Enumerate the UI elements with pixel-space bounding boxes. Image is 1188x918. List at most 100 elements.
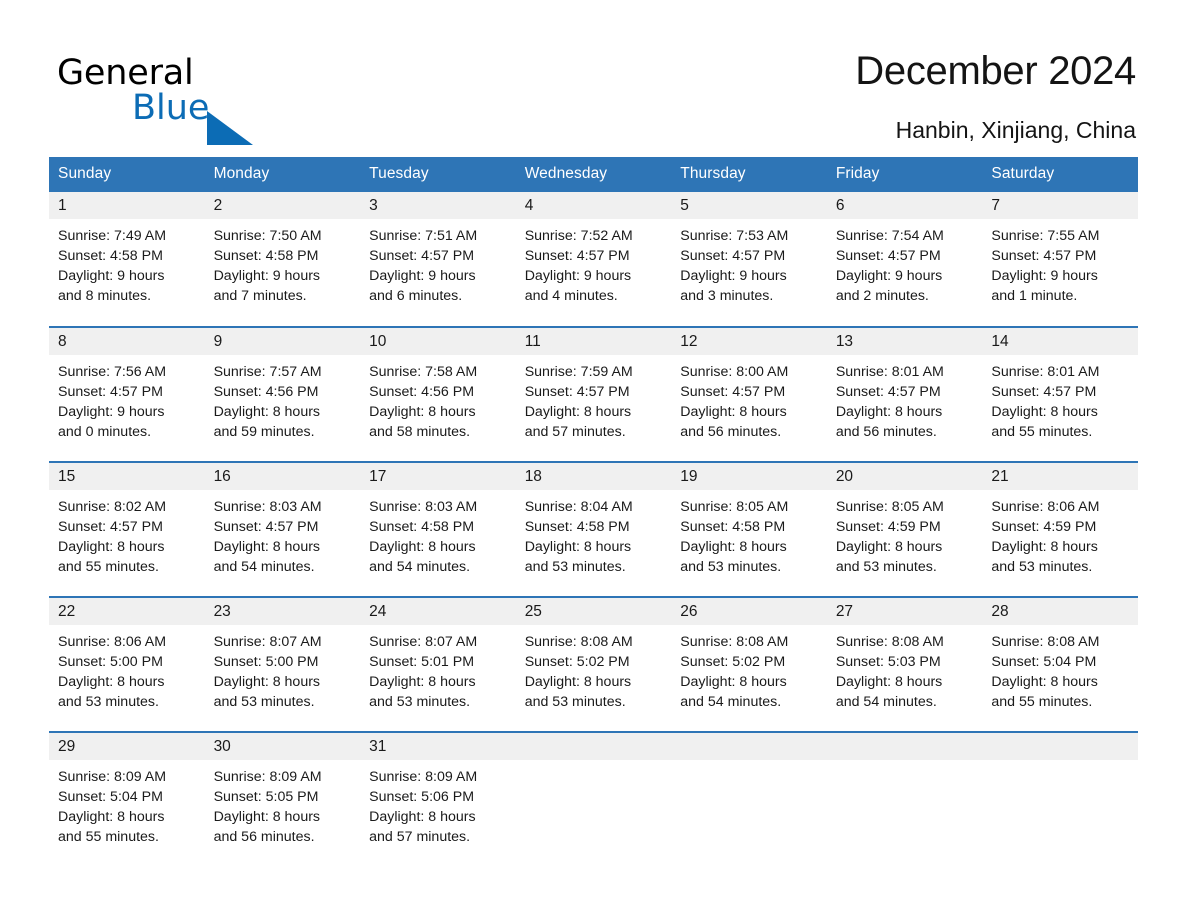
day-cell[interactable]: 19 Sunrise: 8:05 AM Sunset: 4:58 PM Dayl… (671, 461, 827, 597)
day-cell[interactable]: 21 Sunrise: 8:06 AM Sunset: 4:59 PM Dayl… (982, 461, 1138, 597)
sunrise-text: Sunrise: 8:05 AM (835, 499, 944, 515)
day-number: 18 (515, 463, 672, 490)
daylight-text-line1: Daylight: 8 hours (58, 674, 165, 690)
day-cell[interactable]: 4 Sunrise: 7:52 AM Sunset: 4:57 PM Dayli… (515, 192, 672, 327)
sunset-text: Sunset: 4:57 PM (369, 248, 475, 264)
day-cell[interactable]: 6 Sunrise: 7:54 AM Sunset: 4:57 PM Dayli… (826, 192, 983, 327)
sunrise-text: Sunrise: 8:08 AM (524, 634, 633, 650)
day-number: 2 (204, 192, 361, 219)
day-cell[interactable]: 7 Sunrise: 7:55 AM Sunset: 4:57 PM Dayli… (982, 192, 1138, 327)
weekday-header-saturday: Saturday (982, 157, 1138, 192)
sunrise-text: Sunrise: 7:55 AM (991, 228, 1100, 244)
day-details: Sunrise: 7:59 AM Sunset: 4:57 PM Dayligh… (516, 355, 672, 442)
daylight-text-line2: and 53 minutes. (213, 694, 315, 710)
daylight-text-line2: and 55 minutes. (991, 424, 1093, 440)
day-cell[interactable]: 12 Sunrise: 8:00 AM Sunset: 4:57 PM Dayl… (671, 326, 827, 462)
day-number: 24 (360, 598, 516, 625)
day-details: Sunrise: 8:09 AM Sunset: 5:04 PM Dayligh… (49, 760, 205, 847)
day-number: 22 (49, 598, 205, 625)
sunrise-text: Sunrise: 8:08 AM (835, 634, 944, 650)
day-cell[interactable]: 29 Sunrise: 8:09 AM Sunset: 5:04 PM Dayl… (49, 731, 205, 867)
day-cell[interactable]: 8 Sunrise: 7:56 AM Sunset: 4:57 PM Dayli… (49, 326, 205, 462)
day-number (826, 733, 983, 760)
day-number: 29 (49, 733, 205, 760)
day-cell[interactable]: 30 Sunrise: 8:09 AM Sunset: 5:05 PM Dayl… (204, 731, 361, 867)
day-cell[interactable]: 27 Sunrise: 8:08 AM Sunset: 5:03 PM Dayl… (826, 596, 983, 732)
daylight-text-line1: Daylight: 8 hours (58, 809, 165, 825)
daylight-text-line2: and 53 minutes. (835, 559, 937, 575)
sunrise-text: Sunrise: 7:51 AM (369, 228, 478, 244)
day-cell[interactable]: 25 Sunrise: 8:08 AM Sunset: 5:02 PM Dayl… (515, 596, 672, 732)
daylight-text-line2: and 53 minutes. (58, 694, 159, 710)
day-number: 5 (671, 192, 827, 219)
sunset-text: Sunset: 4:57 PM (991, 384, 1097, 400)
sunset-text: Sunset: 4:57 PM (835, 248, 941, 264)
daylight-text-line1: Daylight: 8 hours (369, 539, 476, 555)
day-cell[interactable]: 22 Sunrise: 8:06 AM Sunset: 5:00 PM Dayl… (49, 596, 205, 732)
day-number: 31 (360, 733, 516, 760)
day-number: 19 (671, 463, 827, 490)
day-cell-empty (982, 731, 1138, 867)
day-cell[interactable]: 16 Sunrise: 8:03 AM Sunset: 4:57 PM Dayl… (204, 461, 361, 597)
day-cell[interactable]: 1 Sunrise: 7:49 AM Sunset: 4:58 PM Dayli… (49, 192, 205, 327)
sunrise-text: Sunrise: 8:07 AM (369, 634, 478, 650)
day-cell-empty (826, 731, 983, 867)
day-details: Sunrise: 7:52 AM Sunset: 4:57 PM Dayligh… (516, 219, 672, 306)
sunset-text: Sunset: 5:00 PM (213, 654, 319, 670)
sunset-text: Sunset: 5:02 PM (524, 654, 630, 670)
day-number: 21 (982, 463, 1138, 490)
day-cell[interactable]: 15 Sunrise: 8:02 AM Sunset: 4:57 PM Dayl… (49, 461, 205, 597)
day-details: Sunrise: 7:58 AM Sunset: 4:56 PM Dayligh… (360, 355, 516, 442)
daylight-text-line2: and 3 minutes. (680, 288, 774, 304)
day-cell[interactable]: 10 Sunrise: 7:58 AM Sunset: 4:56 PM Dayl… (360, 326, 516, 462)
day-cell[interactable]: 17 Sunrise: 8:03 AM Sunset: 4:58 PM Dayl… (360, 461, 516, 597)
daylight-text-line1: Daylight: 8 hours (369, 674, 476, 690)
daylight-text-line1: Daylight: 9 hours (524, 268, 632, 284)
daylight-text-line2: and 54 minutes. (680, 694, 782, 710)
day-cell[interactable]: 31 Sunrise: 8:09 AM Sunset: 5:06 PM Dayl… (360, 731, 516, 867)
day-cell[interactable]: 9 Sunrise: 7:57 AM Sunset: 4:56 PM Dayli… (204, 326, 361, 462)
daylight-text-line2: and 55 minutes. (58, 559, 159, 575)
daylight-text-line2: and 2 minutes. (835, 288, 929, 304)
sunrise-text: Sunrise: 7:58 AM (369, 364, 478, 380)
day-details: Sunrise: 8:00 AM Sunset: 4:57 PM Dayligh… (671, 355, 827, 442)
weekday-header-monday: Monday (204, 157, 361, 192)
day-details: Sunrise: 8:08 AM Sunset: 5:02 PM Dayligh… (516, 625, 672, 712)
sunset-text: Sunset: 4:57 PM (58, 384, 163, 400)
day-details: Sunrise: 8:06 AM Sunset: 5:00 PM Dayligh… (49, 625, 205, 712)
daylight-text-line2: and 53 minutes. (680, 559, 782, 575)
sunset-text: Sunset: 4:58 PM (369, 519, 475, 535)
generalblue-logo[interactable]: General Blue (57, 52, 377, 145)
day-cell[interactable]: 28 Sunrise: 8:08 AM Sunset: 5:04 PM Dayl… (982, 596, 1138, 732)
day-cell[interactable]: 18 Sunrise: 8:04 AM Sunset: 4:58 PM Dayl… (515, 461, 672, 597)
sunset-text: Sunset: 4:57 PM (58, 519, 163, 535)
day-cell[interactable]: 14 Sunrise: 8:01 AM Sunset: 4:57 PM Dayl… (982, 326, 1138, 462)
day-number: 4 (515, 192, 672, 219)
day-number: 9 (204, 328, 361, 355)
calendar-page: General Blue December 2024 Hanbin, Xinji… (0, 0, 1188, 918)
day-number: 25 (515, 598, 672, 625)
day-cell[interactable]: 2 Sunrise: 7:50 AM Sunset: 4:58 PM Dayli… (204, 192, 361, 327)
day-cell[interactable]: 11 Sunrise: 7:59 AM Sunset: 4:57 PM Dayl… (515, 326, 672, 462)
day-cell[interactable]: 3 Sunrise: 7:51 AM Sunset: 4:57 PM Dayli… (360, 192, 516, 327)
daylight-text-line1: Daylight: 8 hours (991, 674, 1098, 690)
day-cell[interactable]: 5 Sunrise: 7:53 AM Sunset: 4:57 PM Dayli… (671, 192, 827, 327)
daylight-text-line2: and 54 minutes. (835, 694, 937, 710)
daylight-text-line1: Daylight: 8 hours (835, 674, 943, 690)
daylight-text-line1: Daylight: 9 hours (680, 268, 787, 284)
sunset-text: Sunset: 4:56 PM (369, 384, 475, 400)
day-details: Sunrise: 8:06 AM Sunset: 4:59 PM Dayligh… (982, 490, 1138, 577)
daylight-text-line2: and 7 minutes. (213, 288, 307, 304)
sunrise-text: Sunrise: 7:56 AM (58, 364, 167, 380)
weekday-header-wednesday: Wednesday (515, 157, 672, 192)
day-cell[interactable]: 24 Sunrise: 8:07 AM Sunset: 5:01 PM Dayl… (360, 596, 516, 732)
day-cell[interactable]: 23 Sunrise: 8:07 AM Sunset: 5:00 PM Dayl… (204, 596, 361, 732)
day-cell[interactable]: 20 Sunrise: 8:05 AM Sunset: 4:59 PM Dayl… (826, 461, 983, 597)
sunset-text: Sunset: 4:57 PM (213, 519, 319, 535)
day-details: Sunrise: 8:09 AM Sunset: 5:06 PM Dayligh… (360, 760, 516, 847)
sunrise-text: Sunrise: 7:54 AM (835, 228, 944, 244)
day-cell[interactable]: 13 Sunrise: 8:01 AM Sunset: 4:57 PM Dayl… (826, 326, 983, 462)
day-cell[interactable]: 26 Sunrise: 8:08 AM Sunset: 5:02 PM Dayl… (671, 596, 827, 732)
daylight-text-line2: and 56 minutes. (213, 829, 315, 845)
sunset-text: Sunset: 4:57 PM (835, 384, 941, 400)
